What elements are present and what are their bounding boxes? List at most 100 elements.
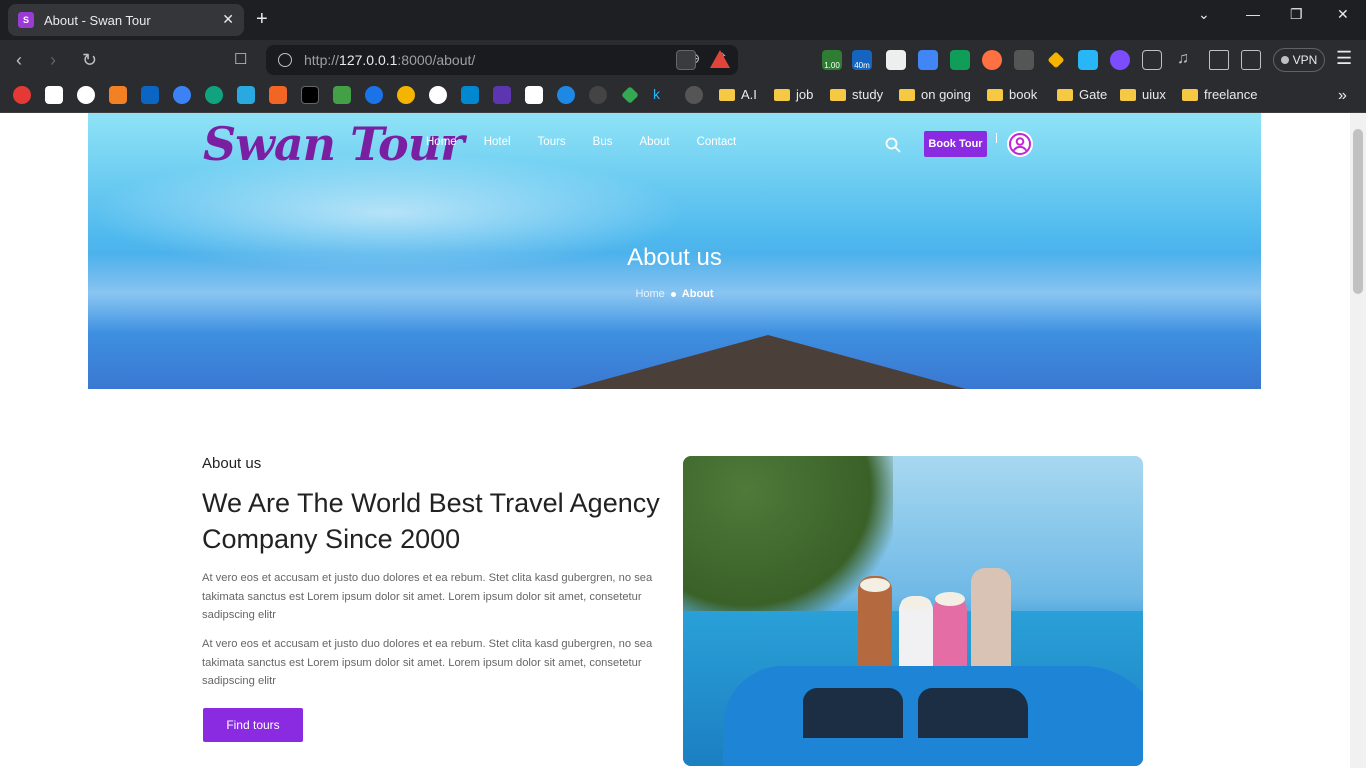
reload-icon[interactable]: ↻ [82,50,97,71]
page-viewport: Swan Tour Home Hotel Tours Bus About Con… [0,113,1350,768]
bookmark-chart-icon[interactable] [333,86,351,104]
close-window-icon[interactable]: ✕ [1337,6,1349,23]
bookmark-k-icon[interactable]: k [653,86,671,104]
folder-icon [719,88,735,101]
photo-hat [901,596,931,610]
extension-drop-icon[interactable] [1110,50,1130,70]
extension-orange-icon[interactable] [982,50,1002,70]
folder-icon [774,88,790,101]
nav-home[interactable]: Home [426,136,457,148]
folder-icon [830,88,846,101]
bookmark-folder-ongoing[interactable]: on going [899,87,971,102]
tab-search-chevron-icon[interactable]: ⌄ [1198,6,1210,23]
vpn-label: VPN [1292,53,1318,67]
bookmark-stackoverflow-icon[interactable] [109,86,127,104]
bookmark-dark-icon[interactable] [301,86,319,104]
bookmark-folder-freelance[interactable]: freelance [1182,87,1257,102]
bookmark-spiral-icon[interactable] [685,86,703,104]
close-tab-icon[interactable]: ✕ [222,11,234,28]
bookmark-linkedin-icon[interactable] [141,86,159,104]
extension-badge-icon[interactable]: 1.00 [822,50,842,70]
about-subtitle: About us [202,455,262,472]
tab-title: About - Swan Tour [44,12,151,28]
bookmark-folder-ai[interactable]: A.I [719,87,757,102]
bookmark-folder-uiux[interactable]: uiux [1120,87,1166,102]
wallet-icon[interactable] [1241,50,1261,70]
breadcrumb-current: About [681,288,714,300]
browser-menu-icon[interactable]: ☰ [1336,48,1352,69]
bookmark-openai-icon[interactable] [589,86,607,104]
back-icon[interactable]: ‹ [16,50,22,71]
find-tours-button[interactable]: Find tours [203,708,303,742]
url-path: :8000/about/ [397,52,476,68]
extension-fi-icon[interactable] [1078,50,1098,70]
site-info-icon[interactable] [278,53,292,67]
main-nav: Home Hotel Tours Bus About Contact [426,136,736,148]
sidebar-icon[interactable] [1209,50,1229,70]
breadcrumb-home[interactable]: Home [635,288,664,300]
site-logo[interactable]: Swan Tour [203,117,464,171]
search-icon[interactable] [885,137,901,153]
browser-toolbar: ‹ › ↻ ☐ http://127.0.0.1:8000/about/ ⊖ ⇪… [0,40,1366,80]
breadcrumb-dot [670,291,676,297]
bookmark-yellow-icon[interactable] [397,86,415,104]
user-account-icon[interactable] [1007,131,1033,157]
photo-hat [860,578,890,592]
vpn-button[interactable]: VPN [1273,48,1325,72]
bookmark-chatgpt-icon[interactable] [205,86,223,104]
bookmark-gmail-icon[interactable] [45,86,63,104]
nav-hotel[interactable]: Hotel [484,136,511,148]
bookmark-h-icon[interactable] [493,86,511,104]
about-headline: We Are The World Best Travel Agency Comp… [202,488,660,554]
extension-dark-icon[interactable] [1014,50,1034,70]
bookmark-github-icon[interactable] [77,86,95,104]
minimize-icon[interactable]: — [1246,6,1260,22]
url-host: 127.0.0.1 [339,52,398,68]
about-paragraph: At vero eos et accusam et justo duo dolo… [202,572,653,622]
forward-icon[interactable]: › [50,50,56,71]
bookmark-bird-icon[interactable] [237,86,255,104]
bookmark-folder-job[interactable]: job [774,87,813,102]
translate-icon[interactable] [918,50,938,70]
address-bar[interactable]: http://127.0.0.1:8000/about/ ⊖ ⇪ [266,45,738,75]
bookmark-c-icon[interactable] [365,86,383,104]
vpn-status-icon [1280,56,1289,64]
book-tour-button[interactable]: Book Tour [924,131,987,157]
bookmark-info-icon[interactable] [429,86,447,104]
media-icon[interactable]: ♫ [1177,50,1189,68]
bookmark-folder-book[interactable]: book [987,87,1037,102]
nav-contact[interactable]: Contact [697,136,737,148]
restore-icon[interactable]: ❐ [1290,6,1303,23]
scrollbar-thumb[interactable] [1353,129,1363,294]
extension-window-icon[interactable] [886,50,906,70]
folder-icon [899,88,915,101]
bookmark-app-icon[interactable] [173,86,191,104]
extension-timer-icon[interactable]: 40m [852,50,872,70]
nav-bus[interactable]: Bus [593,136,613,148]
bookmark-icon[interactable]: ☐ [234,50,247,68]
brave-rewards-icon[interactable] [710,50,730,68]
browser-tab[interactable]: S About - Swan Tour ✕ [8,4,244,36]
folder-icon [1182,88,1198,101]
about-photo [683,456,1143,766]
bookmark-blue-icon[interactable] [557,86,575,104]
brave-shield-icon[interactable] [676,50,696,70]
bookmark-drive-icon[interactable] [621,86,639,104]
extension-pen-icon[interactable] [1047,51,1065,69]
bookmark-folder-gate[interactable]: Gate [1057,87,1107,102]
bookmark-is-icon[interactable] [461,86,479,104]
site-favicon-icon: S [18,12,34,28]
hero-roof [548,335,988,389]
new-tab-icon[interactable]: + [256,8,268,31]
bookmark-orange-icon[interactable] [269,86,287,104]
extension-mail-icon[interactable] [950,50,970,70]
nav-about[interactable]: About [640,136,670,148]
extensions-puzzle-icon[interactable] [1142,50,1162,70]
nav-tours[interactable]: Tours [538,136,566,148]
page-scrollbar[interactable] [1350,113,1366,768]
photo-car-window [803,688,903,738]
bookmarks-overflow-icon[interactable]: » [1338,87,1347,105]
bookmark-mega-icon[interactable] [13,86,31,104]
bookmark-folder-study[interactable]: study [830,87,883,102]
bookmark-grid-icon[interactable] [525,86,543,104]
